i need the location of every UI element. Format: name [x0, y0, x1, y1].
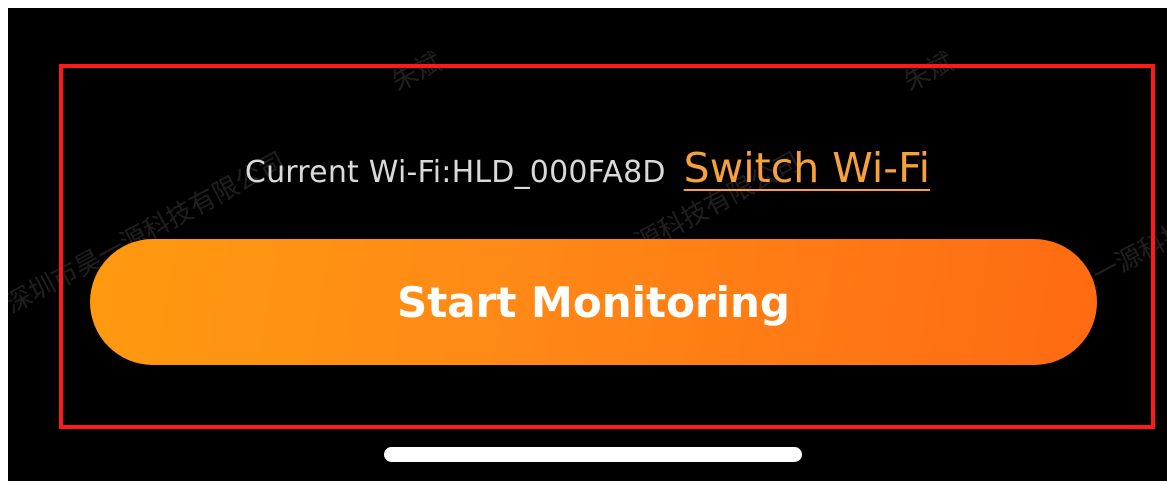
current-wifi-label: Current Wi-Fi:HLD_000FA8D [244, 155, 666, 190]
start-monitoring-label: Start Monitoring [396, 277, 791, 327]
switch-wifi-link[interactable]: Switch Wi-Fi [684, 144, 930, 192]
home-indicator[interactable] [384, 447, 802, 462]
app-screen: 朱斌 朱斌 深圳市昊一源科技有限公司 深圳市昊一源科技有限公司 深圳市昊一源科技… [8, 8, 1167, 481]
start-monitoring-button[interactable]: Start Monitoring [90, 239, 1097, 365]
wifi-info-row: Current Wi-Fi:HLD_000FA8D Switch Wi-Fi [8, 144, 1167, 198]
